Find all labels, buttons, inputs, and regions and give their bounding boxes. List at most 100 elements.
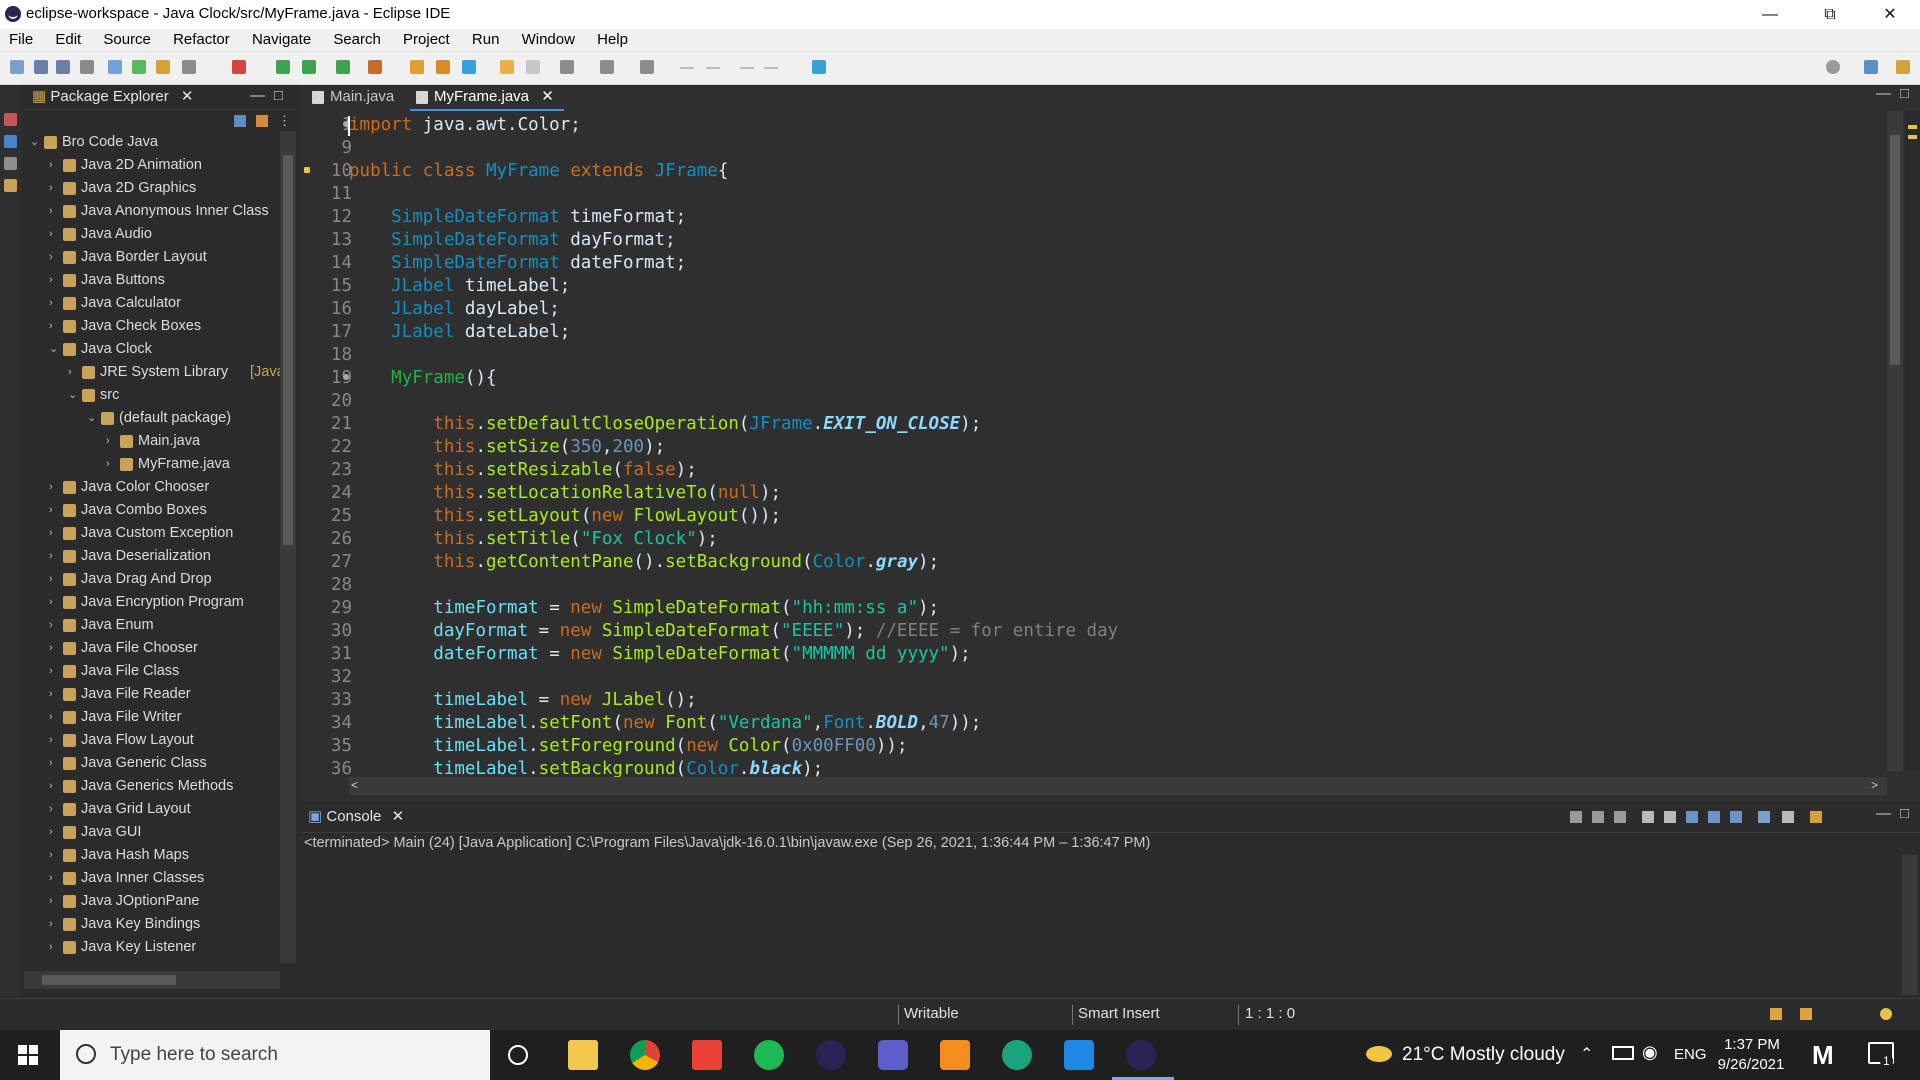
task-view-icon[interactable] — [508, 1045, 528, 1065]
editor-scroll-thumb[interactable] — [1890, 135, 1900, 365]
display-console-icon[interactable] — [1758, 811, 1770, 823]
chevron-down-icon[interactable]: ⌄ — [49, 338, 59, 361]
chevron-right-icon[interactable]: › — [68, 361, 78, 384]
chevron-right-icon[interactable]: › — [49, 844, 59, 867]
tree-item[interactable]: › Java Drag And Drop — [24, 568, 280, 591]
vscode-icon[interactable] — [1064, 1040, 1094, 1070]
debug-icon[interactable] — [108, 60, 122, 74]
outline-icon[interactable] — [4, 135, 17, 148]
maximize-editor-icon[interactable]: □ — [1900, 85, 1909, 102]
tree-item[interactable]: ⌄ Bro Code Java — [24, 131, 280, 154]
weather-icon[interactable] — [1366, 1046, 1392, 1062]
annotation-icon[interactable] — [560, 60, 574, 74]
new-class-icon[interactable] — [462, 60, 476, 74]
new-package-icon[interactable] — [436, 60, 450, 74]
close-icon[interactable]: ✕ — [541, 88, 554, 105]
minimize-editor-icon[interactable]: — — [1876, 85, 1891, 102]
open-type-icon[interactable] — [500, 60, 514, 74]
menu-navigate[interactable]: Navigate — [243, 29, 320, 48]
chevron-down-icon[interactable]: ⌄ — [68, 384, 78, 407]
tree-item[interactable]: › Java Calculator — [24, 292, 280, 315]
menu-refactor[interactable]: Refactor — [164, 29, 239, 48]
menu-run[interactable]: Run — [463, 29, 509, 48]
tree-item[interactable]: › Java Generics Methods — [24, 775, 280, 798]
tree-item[interactable]: › Java Labels — [24, 959, 280, 963]
save-icon[interactable] — [34, 60, 48, 74]
terminate-icon[interactable] — [1570, 811, 1582, 823]
warning-marker[interactable] — [1908, 135, 1917, 139]
chatgpt-icon[interactable] — [1002, 1040, 1032, 1070]
clock-time[interactable]: 1:37 PM — [1718, 1036, 1786, 1053]
chevron-right-icon[interactable]: › — [49, 591, 59, 614]
console-vertical-scrollbar[interactable] — [1902, 855, 1918, 995]
tree-item[interactable]: › Java Combo Boxes — [24, 499, 280, 522]
chevron-right-icon[interactable]: › — [49, 269, 59, 292]
new-icon[interactable] — [10, 60, 24, 74]
teams-icon[interactable] — [878, 1040, 908, 1070]
last-edit-icon[interactable] — [640, 60, 654, 74]
tree-item[interactable]: › MyFrame.java — [24, 453, 280, 476]
open-perspective-icon[interactable] — [1864, 60, 1878, 74]
back-nav-icon[interactable] — [740, 67, 754, 69]
chevron-right-icon[interactable]: › — [106, 430, 116, 453]
tree-item[interactable]: › Java File Writer — [24, 706, 280, 729]
menu-source[interactable]: Source — [94, 29, 160, 48]
spotify-icon[interactable] — [754, 1040, 784, 1070]
chevron-right-icon[interactable]: › — [49, 637, 59, 660]
forward-arrow-icon[interactable] — [706, 67, 720, 69]
gmail-icon[interactable] — [692, 1040, 722, 1070]
tree-item[interactable]: › Java Key Listener — [24, 936, 280, 959]
view-menu-icon[interactable]: ⋮ — [278, 113, 291, 129]
new-java-project-icon[interactable] — [410, 60, 424, 74]
menu-window[interactable]: Window — [513, 29, 584, 48]
editor-horizontal-scrollbar[interactable]: < > — [349, 777, 1887, 795]
eclipse-icon[interactable] — [816, 1040, 846, 1070]
close-icon[interactable]: ✕ — [181, 88, 194, 105]
chevron-right-icon[interactable]: › — [49, 476, 59, 499]
chevron-right-icon[interactable]: › — [49, 775, 59, 798]
chevron-right-icon[interactable]: › — [49, 568, 59, 591]
insert-mode-status[interactable]: Smart Insert — [1078, 1005, 1160, 1022]
chevron-down-icon[interactable]: ⌄ — [87, 407, 97, 430]
close-window-button[interactable]: ✕ — [1860, 0, 1920, 29]
show-console-icon[interactable] — [1708, 811, 1720, 823]
search-icon[interactable] — [1826, 60, 1840, 74]
minimize-view-icon[interactable]: — — [250, 87, 265, 104]
lightbulb-icon[interactable] — [1880, 1008, 1892, 1020]
menu-file[interactable]: File — [0, 29, 42, 48]
minimize-console-icon[interactable]: — — [1876, 805, 1891, 822]
chevron-right-icon[interactable]: › — [49, 821, 59, 844]
sublime-text-icon[interactable] — [940, 1040, 970, 1070]
tree-item[interactable]: › Java Audio — [24, 223, 280, 246]
minimized-view-icon[interactable] — [4, 179, 17, 192]
chevron-right-icon[interactable]: › — [49, 890, 59, 913]
tree-item[interactable]: › Java Enum — [24, 614, 280, 637]
pin-editor-icon[interactable] — [812, 60, 826, 74]
chevron-right-icon[interactable]: › — [49, 315, 59, 338]
new-console-icon[interactable] — [1810, 811, 1822, 823]
tree-item[interactable]: › Java Buttons — [24, 269, 280, 292]
task-list-icon[interactable] — [4, 157, 17, 170]
scroll-lock-icon[interactable] — [1664, 811, 1676, 823]
file-explorer-icon[interactable] — [568, 1040, 598, 1070]
remove-launch-icon[interactable] — [1592, 811, 1604, 823]
tree-item[interactable]: › Java Grid Layout — [24, 798, 280, 821]
chevron-right-icon[interactable]: › — [49, 246, 59, 269]
coverage-icon[interactable] — [336, 60, 350, 74]
tips-icon[interactable] — [1800, 1008, 1812, 1020]
tree-item[interactable]: › Java Custom Exception — [24, 522, 280, 545]
tree-item[interactable]: › Java Key Bindings — [24, 913, 280, 936]
maximize-console-icon[interactable]: □ — [1900, 805, 1909, 822]
tree-item[interactable]: › Java Color Chooser — [24, 476, 280, 499]
skip-breakpoints-icon[interactable] — [132, 60, 146, 74]
back-arrow-icon[interactable] — [680, 67, 694, 69]
language-indicator[interactable]: ENG — [1674, 1046, 1707, 1063]
chevron-right-icon[interactable]: › — [49, 177, 59, 200]
chevron-right-icon[interactable]: › — [49, 729, 59, 752]
network-icon[interactable]: ◉ — [1642, 1042, 1658, 1063]
external-tools-icon[interactable] — [368, 60, 382, 74]
app-m-icon[interactable]: M — [1812, 1040, 1834, 1071]
restore-button[interactable]: ⧉ — [1800, 0, 1860, 29]
link-with-editor-icon[interactable] — [256, 115, 268, 127]
search-toolbar-icon[interactable] — [526, 60, 540, 74]
